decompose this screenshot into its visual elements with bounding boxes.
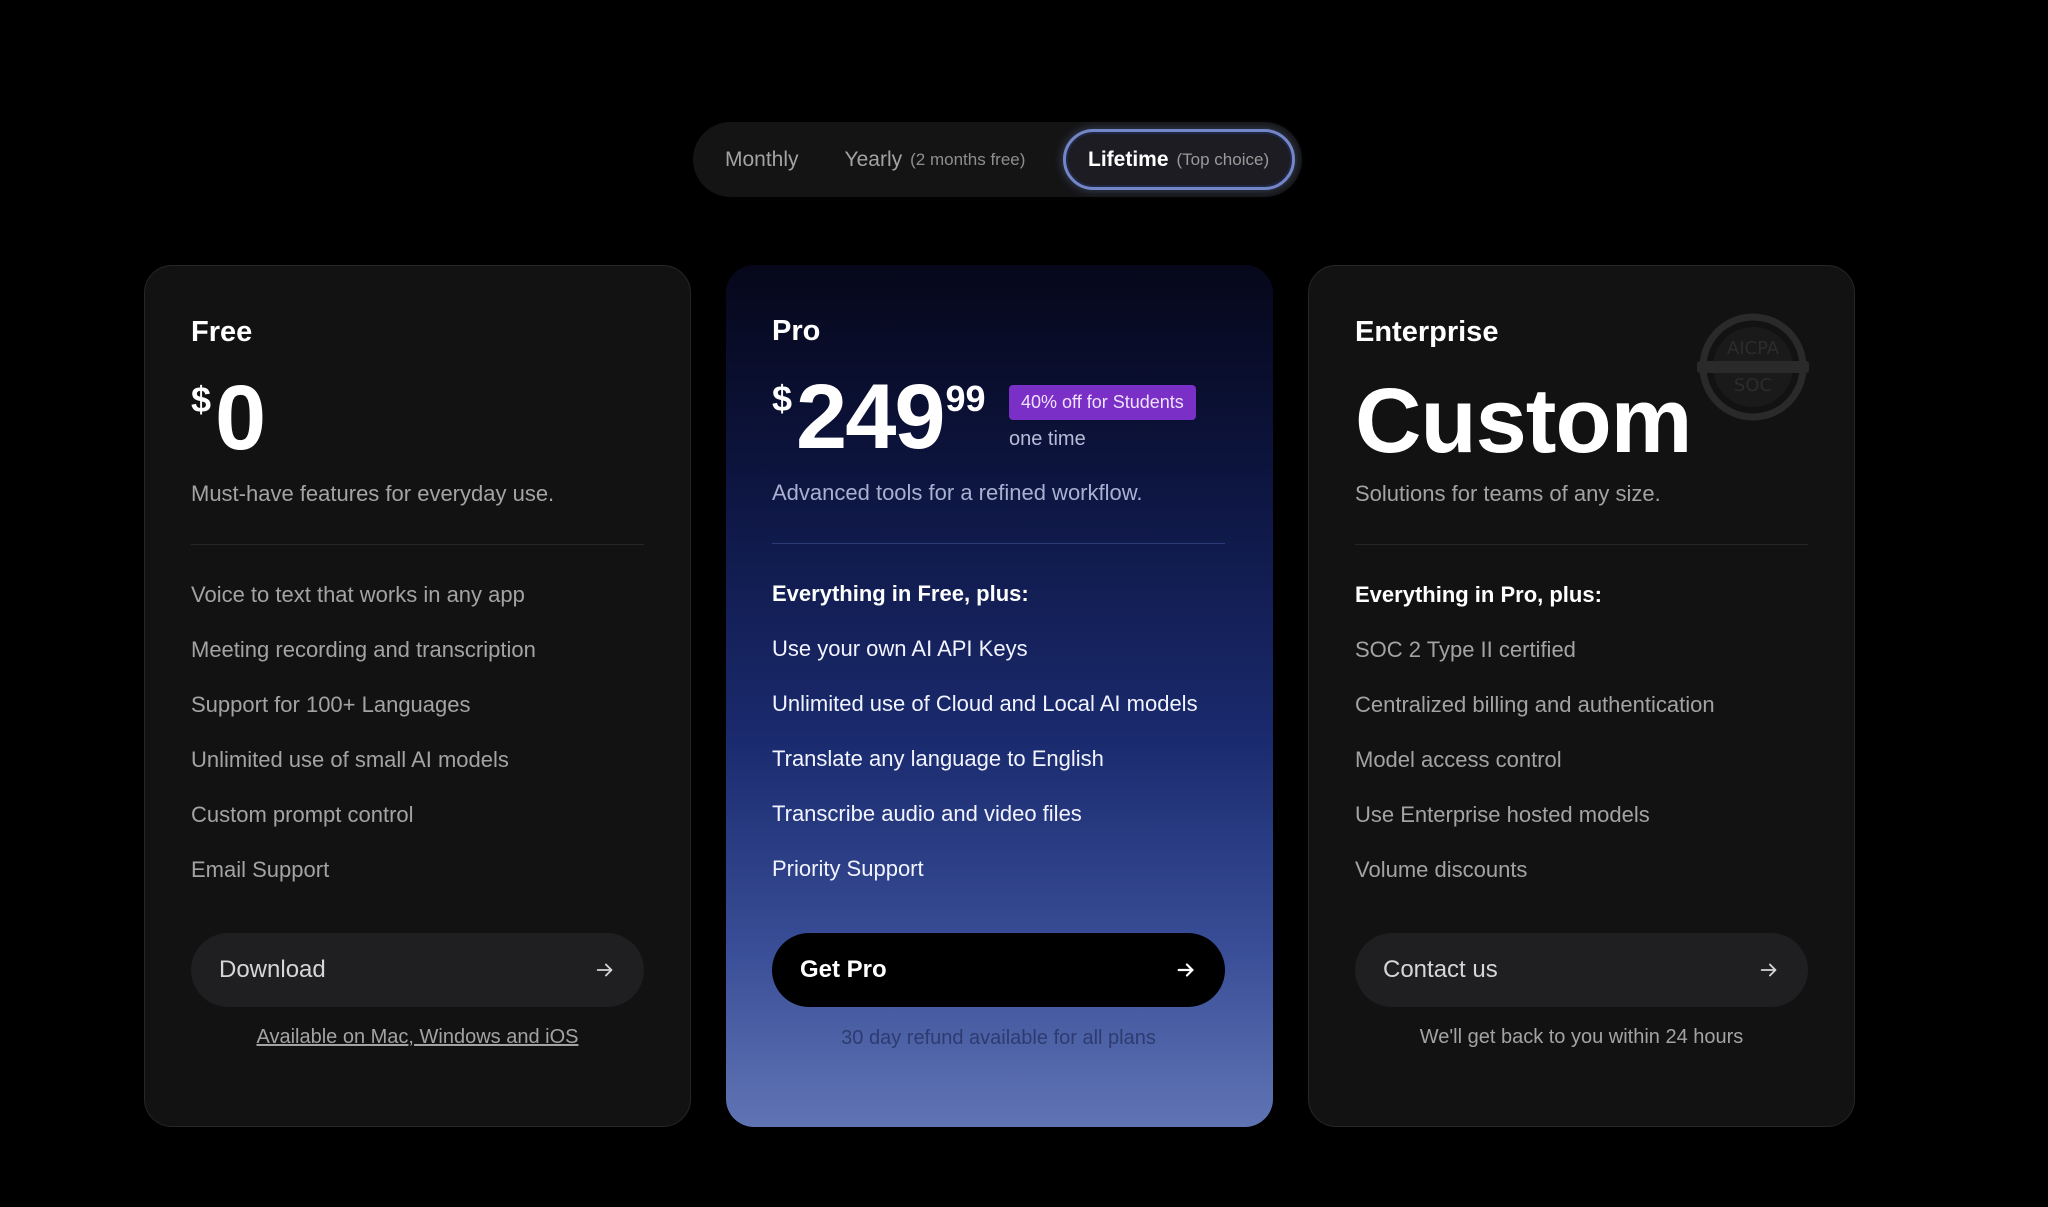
contact-us-button-label: Contact us	[1383, 956, 1498, 983]
plan-tagline: Solutions for teams of any size.	[1355, 481, 1661, 506]
student-discount-badge: 40% off for Students	[1009, 385, 1196, 420]
feature-item: Transcribe audio and video files	[772, 801, 1082, 826]
feature-list: Everything in Free, plus: Use your own A…	[772, 581, 1198, 911]
billing-period-toggle: Monthly Yearly (2 months free) Lifetime …	[693, 122, 1302, 197]
plan-price: Custom	[1355, 370, 1692, 472]
price-currency: $	[191, 379, 212, 420]
feature-item: Unlimited use of small AI models	[191, 747, 509, 772]
feature-item: Centralized billing and authentication	[1355, 692, 1715, 717]
feature-item: Voice to text that works in any app	[191, 582, 525, 607]
feature-list: Voice to text that works in any app Meet…	[191, 582, 536, 912]
feature-item: SOC 2 Type II certified	[1355, 637, 1576, 662]
response-time-note: We'll get back to you within 24 hours	[1419, 1026, 1744, 1048]
feature-item: Volume discounts	[1355, 857, 1528, 882]
feature-item: Custom prompt control	[191, 802, 414, 827]
arrow-right-icon	[596, 963, 613, 977]
divider	[772, 543, 1225, 544]
toggle-lifetime-label: Lifetime	[1088, 147, 1169, 171]
download-button[interactable]: Download	[191, 933, 644, 1007]
feature-list: Everything in Pro, plus: SOC 2 Type II c…	[1355, 582, 1715, 912]
divider	[1355, 544, 1808, 545]
plan-price: $ 0	[191, 367, 266, 469]
price-cents: 99	[945, 378, 986, 419]
plan-name: Free	[191, 316, 253, 348]
feature-item: Use your own AI API Keys	[772, 636, 1028, 661]
toggle-yearly-note: (2 months free)	[910, 149, 1026, 169]
soc-badge-top-text: AICPA	[1727, 338, 1780, 359]
plan-name: Pro	[772, 315, 821, 347]
divider	[191, 544, 644, 545]
price-currency: $	[772, 378, 793, 419]
toggle-lifetime-note: (Top choice)	[1176, 149, 1270, 169]
contact-us-button[interactable]: Contact us	[1355, 933, 1808, 1007]
plan-tagline: Advanced tools for a refined workflow.	[772, 480, 1143, 505]
feature-item: Email Support	[191, 857, 330, 882]
feature-heading: Everything in Free, plus:	[772, 581, 1029, 606]
download-button-label: Download	[219, 956, 326, 983]
feature-item: Support for 100+ Languages	[191, 692, 471, 717]
plan-price: $ 249 99	[772, 366, 986, 468]
toggle-monthly[interactable]: Monthly	[701, 130, 823, 189]
aicpa-soc-badge-icon: AICPA SOC	[1697, 313, 1809, 421]
platforms-link[interactable]: Available on Mac, Windows and iOS	[191, 1026, 644, 1049]
arrow-right-icon	[1177, 963, 1194, 977]
plan-name: Enterprise	[1355, 316, 1499, 348]
feature-item: Use Enterprise hosted models	[1355, 802, 1650, 827]
soc-badge-bottom-text: SOC	[1734, 375, 1772, 396]
feature-item: Meeting recording and transcription	[191, 637, 536, 662]
plan-card-enterprise: Enterprise AICPA SOC Custom Solutions fo…	[1308, 265, 1855, 1127]
price-amount: 0	[215, 367, 266, 469]
feature-item: Priority Support	[772, 856, 924, 881]
toggle-yearly-label: Yearly	[844, 147, 903, 171]
plan-card-pro: Pro $ 249 99 40% off for Students one ti…	[726, 265, 1273, 1127]
get-pro-button[interactable]: Get Pro	[772, 933, 1225, 1007]
refund-note: 30 day refund available for all plans	[841, 1027, 1156, 1049]
feature-item: Unlimited use of Cloud and Local AI mode…	[772, 691, 1198, 716]
price-side: 40% off for Students one time	[1009, 385, 1196, 451]
toggle-yearly[interactable]: Yearly (2 months free)	[823, 130, 1046, 189]
billing-period-text: one time	[1009, 428, 1086, 450]
plan-tagline: Must-have features for everyday use.	[191, 481, 555, 506]
toggle-monthly-label: Monthly	[725, 147, 799, 171]
feature-heading: Everything in Pro, plus:	[1355, 582, 1602, 607]
feature-item: Model access control	[1355, 747, 1562, 772]
feature-item: Translate any language to English	[772, 746, 1104, 771]
plan-card-free: Free $ 0 Must-have features for everyday…	[144, 265, 691, 1127]
arrow-right-icon	[1760, 963, 1777, 977]
toggle-lifetime[interactable]: Lifetime (Top choice)	[1063, 129, 1295, 190]
price-amount: 249	[796, 366, 945, 468]
get-pro-button-label: Get Pro	[800, 956, 887, 983]
